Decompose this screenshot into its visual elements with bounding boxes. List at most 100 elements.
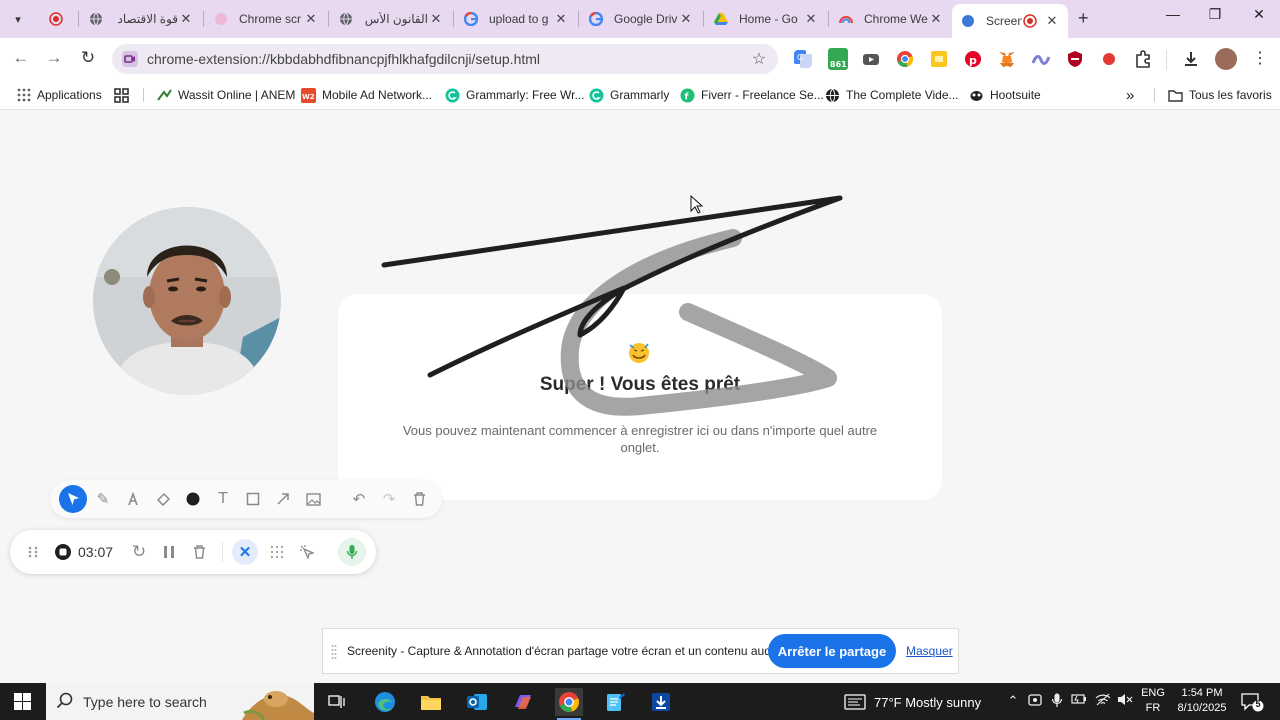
close-icon[interactable]: ✕ bbox=[1044, 13, 1060, 29]
bookmark-grid[interactable] bbox=[114, 86, 135, 104]
record-icon[interactable] bbox=[1100, 50, 1118, 68]
more-bookmarks-button[interactable]: » bbox=[1126, 86, 1134, 104]
download-icon[interactable] bbox=[1182, 50, 1200, 68]
kebab-menu-icon[interactable]: ⋮ bbox=[1252, 50, 1268, 68]
drive-icon bbox=[713, 11, 729, 27]
sticky-icon[interactable] bbox=[930, 50, 948, 68]
select-tool-button[interactable] bbox=[59, 485, 87, 513]
microphone-button[interactable] bbox=[338, 538, 366, 566]
blur-tool-button[interactable] bbox=[266, 540, 288, 564]
tray-microphone-icon[interactable] bbox=[1047, 693, 1067, 711]
address-bar[interactable]: chrome-extension://kbbdabhdfibnancpjfhlk… bbox=[112, 44, 778, 74]
taskbar-edge[interactable] bbox=[371, 688, 399, 716]
puzzle-icon[interactable] bbox=[1134, 50, 1152, 68]
minimize-button[interactable]: — bbox=[1151, 6, 1195, 22]
image-tool-button[interactable] bbox=[299, 485, 327, 513]
taskbar-file-explorer[interactable] bbox=[417, 688, 445, 716]
all-bookmarks-button[interactable]: Tous les favoris bbox=[1168, 86, 1272, 104]
notification-center-button[interactable]: 5 bbox=[1240, 692, 1264, 712]
wave-icon[interactable] bbox=[1032, 50, 1050, 68]
taskbar-installer[interactable] bbox=[647, 688, 675, 716]
reload-button[interactable]: ↻ bbox=[77, 48, 99, 68]
taskbar-copilot[interactable] bbox=[509, 688, 537, 716]
system-clock[interactable]: 1:54 PM 8/10/2025 bbox=[1172, 686, 1232, 716]
clear-annotations-button[interactable] bbox=[405, 485, 433, 513]
cursor-effects-button[interactable] bbox=[296, 540, 318, 564]
discard-button[interactable] bbox=[188, 540, 210, 564]
stop-sharing-button[interactable]: Arrêter le partage bbox=[768, 634, 896, 668]
maximize-button[interactable]: ❐ bbox=[1193, 6, 1237, 23]
taskbar-notepad[interactable] bbox=[601, 688, 629, 716]
translate-icon[interactable]: G bbox=[794, 50, 812, 68]
show-hidden-icons-button[interactable]: ⌃ bbox=[1003, 693, 1023, 709]
stop-recording-button[interactable]: 03:07 bbox=[54, 540, 118, 564]
close-icon[interactable]: ✕ bbox=[678, 11, 694, 27]
tray-wifi-icon[interactable] bbox=[1093, 693, 1113, 709]
tab-law[interactable]: القانون الأس ✕ bbox=[330, 4, 452, 34]
bookmark-star-icon[interactable]: ☆ bbox=[746, 49, 772, 69]
weather-widget[interactable]: 77°F Mostly sunny bbox=[844, 694, 981, 710]
metamask-icon[interactable] bbox=[998, 50, 1016, 68]
bookmark-grammarly[interactable]: Grammarly bbox=[589, 86, 669, 104]
tab-chrome-screen[interactable]: Chrome scr ✕ bbox=[205, 4, 327, 34]
youtube-icon[interactable] bbox=[862, 50, 880, 68]
tab-search-button[interactable]: ▾ bbox=[6, 7, 30, 31]
google-icon bbox=[588, 11, 604, 27]
bookmark-hootsuite[interactable]: Hootsuite bbox=[969, 86, 1041, 104]
back-button[interactable]: ← bbox=[10, 48, 32, 68]
close-icon[interactable]: ✕ bbox=[553, 11, 569, 27]
drag-handle[interactable] bbox=[24, 540, 42, 564]
shield-icon[interactable] bbox=[1066, 50, 1084, 68]
highlighter-tool-button[interactable] bbox=[119, 485, 147, 513]
tab-home-drive[interactable]: Home - Go ✕ bbox=[705, 4, 827, 34]
taskbar-search-box[interactable]: Type here to search bbox=[46, 683, 314, 720]
tray-battery-icon[interactable] bbox=[1069, 693, 1089, 708]
bookmark-complete-video[interactable]: The Complete Vide... bbox=[825, 86, 959, 104]
new-tab-button[interactable]: + bbox=[1078, 8, 1089, 29]
close-icon[interactable]: ✕ bbox=[178, 11, 194, 27]
text-tool-button[interactable]: T bbox=[209, 485, 237, 513]
url-text[interactable]: chrome-extension://kbbdabhdfibnancpjfhlk… bbox=[147, 51, 746, 67]
color-picker-button[interactable] bbox=[179, 485, 207, 513]
close-icon[interactable]: ✕ bbox=[428, 11, 444, 27]
task-view-button[interactable] bbox=[323, 688, 351, 716]
undo-button[interactable]: ↶ bbox=[345, 485, 373, 513]
bookmark-mobile-ad[interactable]: W2 Mobile Ad Network... bbox=[301, 86, 432, 104]
close-icon[interactable]: ✕ bbox=[803, 11, 819, 27]
tab-upload[interactable]: upload to g ✕ bbox=[455, 4, 577, 34]
arrow-tool-button[interactable] bbox=[269, 485, 297, 513]
pen-tool-button[interactable]: ✎ bbox=[89, 485, 117, 513]
bookmark-applications[interactable]: Applications bbox=[16, 86, 102, 104]
tab-economy[interactable]: قوة الاقتصاد ✕ bbox=[80, 4, 202, 34]
profile-avatar[interactable] bbox=[1215, 48, 1237, 70]
tray-camera-icon[interactable] bbox=[1025, 693, 1045, 710]
tab-chrome-web-store[interactable]: Chrome We ✕ bbox=[830, 4, 952, 34]
tab-screenity-active[interactable]: Screeni ✕ bbox=[952, 4, 1068, 38]
taskbar-outlook[interactable] bbox=[463, 688, 491, 716]
input-language[interactable]: ENG FR bbox=[1140, 686, 1166, 716]
windows-start-icon[interactable] bbox=[14, 693, 31, 710]
tab-google-drive[interactable]: Google Driv ✕ bbox=[580, 4, 702, 34]
bookmark-grammarly-free[interactable]: Grammarly: Free Wr... bbox=[445, 86, 584, 104]
close-icon[interactable]: ✕ bbox=[928, 11, 944, 27]
eraser-tool-button[interactable] bbox=[149, 485, 177, 513]
hide-banner-link[interactable]: Masquer bbox=[906, 644, 953, 658]
forward-button[interactable]: → bbox=[43, 48, 65, 68]
tray-volume-icon[interactable] bbox=[1115, 693, 1135, 709]
counter-icon[interactable]: 861 bbox=[828, 48, 848, 70]
taskbar-chrome[interactable] bbox=[555, 688, 583, 720]
close-icon[interactable]: ✕ bbox=[303, 11, 319, 27]
redo-button[interactable]: ↷ bbox=[375, 485, 403, 513]
restart-button[interactable]: ↻ bbox=[128, 540, 150, 564]
folder-icon bbox=[1168, 88, 1183, 103]
webcam-bubble[interactable] bbox=[93, 207, 281, 395]
window-close-button[interactable]: ✕ bbox=[1237, 6, 1280, 23]
chrome-icon[interactable] bbox=[896, 50, 914, 68]
rectangle-tool-button[interactable] bbox=[239, 485, 267, 513]
bookmark-fiverr[interactable]: f Fiverr - Freelance Se... bbox=[680, 86, 824, 104]
pause-button[interactable] bbox=[158, 540, 180, 564]
grip-icon[interactable] bbox=[331, 644, 337, 660]
close-toolbar-button[interactable]: ✕ bbox=[232, 539, 258, 565]
bookmark-wassit[interactable]: Wassit Online | ANEM bbox=[157, 86, 295, 104]
pinterest-icon[interactable]: p bbox=[964, 50, 982, 68]
